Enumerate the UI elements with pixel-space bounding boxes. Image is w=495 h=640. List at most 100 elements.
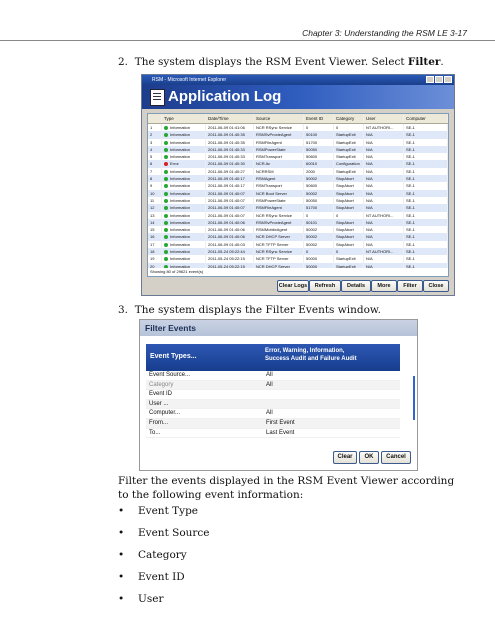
table-row[interactable]: 19 Information 2011-05-24 05:22:15 NCR TFTP… [148, 255, 448, 263]
table-cell: 0 [334, 211, 364, 219]
cell-text: 2011-06-09 01:40:03 [208, 241, 245, 247]
table-row[interactable]: 2 Information 2011-06-09 01:40:35 RSMSvProx… [148, 131, 448, 139]
table-row[interactable]: 12 Information 2011-06-09 01:40:07 RSMFileA… [148, 204, 448, 212]
filter-row-event-id[interactable]: Event ID [146, 390, 400, 400]
table-row[interactable]: 16 Information 2011-06-09 01:40:06 NCR DHCP… [148, 233, 448, 241]
table-row[interactable]: 3 Information 2011-06-09 01:40:35 RSMFileAg… [148, 138, 448, 146]
column-header-type[interactable]: Type [162, 114, 206, 123]
table-cell: 19 [148, 255, 162, 263]
table-row[interactable]: 1 Information 2011-06-09 01:41:06 NCR RSync… [148, 124, 448, 132]
table-cell: Information [162, 233, 206, 241]
filter-key[interactable]: User ... [149, 400, 168, 409]
table-cell: StartupExit [334, 255, 364, 263]
column-header-datetime[interactable]: Date/Time [206, 114, 254, 123]
table-cell: Information [162, 211, 206, 219]
column-header-event-id[interactable]: Event ID [304, 114, 334, 123]
table-cell: RSMMobileAgent [254, 226, 304, 234]
table-row[interactable]: 8 Information 2011-06-09 01:40:17 RSMAgent 5… [148, 175, 448, 183]
table-cell: Information [162, 138, 206, 146]
filter-key[interactable]: Category [149, 381, 173, 390]
table-row[interactable]: 10 Information 2011-06-09 01:40:07 NCR Boot… [148, 189, 448, 197]
maximize-icon[interactable] [435, 76, 443, 83]
close-button[interactable]: Close [423, 280, 449, 292]
table-row[interactable]: 15 Information 2011-06-09 01:40:06 RSMMobil… [148, 226, 448, 234]
clear-button[interactable]: Clear [333, 451, 357, 464]
filter-key[interactable]: Event Source... [149, 371, 190, 380]
minimize-icon[interactable] [426, 76, 434, 83]
filter-key[interactable]: Computer... [149, 409, 180, 418]
table-row[interactable]: 11 Information 2011-06-09 01:40:07 RSMPower… [148, 196, 448, 205]
table-row[interactable]: 13 Information 2011-06-09 01:40:07 NCR RSyn… [148, 211, 448, 219]
cell-text: 10 [150, 190, 155, 196]
table-row[interactable]: 9 Information 2011-06-09 01:40:17 RSMTransp… [148, 182, 448, 190]
filter-row-computer[interactable]: Computer... All [146, 409, 400, 419]
cell-text: RSMTransport [256, 154, 282, 160]
event-types-row[interactable]: Event Types... Error, Warning, Informati… [146, 344, 400, 371]
cell-text: 6 [150, 161, 153, 167]
bullet-icon: • [118, 527, 125, 539]
table-cell: 2011-06-09 01:40:33 [206, 145, 254, 154]
filter-key[interactable]: Event ID [149, 390, 172, 399]
cell-text: Information [170, 176, 191, 182]
column-header-category[interactable]: Category [334, 114, 364, 123]
cell-text: SE-1 [406, 249, 415, 255]
filter-value: All [266, 372, 273, 378]
chapter-header: Chapter 3: Understanding the RSM LE 3-17 [302, 28, 467, 38]
table-row[interactable]: 18 Information 2011-05-24 05:22:44 NCR RSyn… [148, 248, 448, 256]
filter-key[interactable]: From... [149, 419, 168, 428]
cell-text: 2011-06-09 01:40:07 [208, 205, 245, 211]
details-button[interactable]: Details [341, 280, 371, 292]
column-header[interactable] [148, 114, 162, 123]
filter-row-category[interactable]: Category All [146, 380, 400, 391]
cell-text: 0 [336, 212, 339, 218]
table-cell: 0 [334, 248, 364, 256]
cell-text: StartupExit [336, 168, 356, 174]
table-cell: N/A [364, 240, 404, 249]
header-rule [0, 40, 495, 41]
table-cell: 0 [304, 211, 334, 219]
filter-row-to[interactable]: To... Last Event [146, 429, 400, 439]
table-row[interactable]: 6 Error 2011-06-09 01:40:30 NCR-ltc 60010 Con… [148, 160, 448, 168]
table-cell: StartupExit [334, 153, 364, 161]
filter-table: Event Types... Error, Warning, Informati… [146, 344, 400, 439]
cell-text: RSMAgent [256, 176, 276, 182]
close-icon[interactable] [444, 76, 452, 83]
table-cell: StopAbort [334, 204, 364, 212]
event-types-label[interactable]: Event Types... [150, 353, 197, 360]
filter-row-user[interactable]: User ... [146, 399, 400, 410]
table-row[interactable]: 5 Information 2011-06-09 01:40:33 RSMTransp… [148, 153, 448, 161]
table-cell: RSMAgent [254, 175, 304, 183]
table-cell: 2011-06-09 01:40:17 [206, 182, 254, 190]
table-cell: 2011-06-09 01:40:06 [206, 226, 254, 234]
table-cell: NCR RSync Service [254, 248, 304, 256]
column-header-user[interactable]: User [364, 114, 404, 123]
filter-key[interactable]: To... [149, 429, 160, 438]
column-header-source[interactable]: Source [254, 114, 304, 123]
cancel-button[interactable]: Cancel [381, 451, 411, 464]
table-row[interactable]: 4 Information 2011-06-09 01:40:33 RSMPowerS… [148, 145, 448, 154]
table-cell: Information [162, 175, 206, 183]
more-button[interactable]: More [371, 280, 397, 292]
filter-row-from[interactable]: From... First Event [146, 418, 400, 429]
cell-text: SE-1 [406, 241, 415, 247]
table-row[interactable]: 7 Information 2011-06-09 01:40:27 NCRRSM 200… [148, 167, 448, 176]
table-row[interactable]: 17 Information 2011-06-09 01:40:03 NCR TFTP… [148, 240, 448, 249]
clear-logs-button[interactable]: Clear Logs [277, 280, 309, 292]
cell-text: Information [170, 234, 191, 240]
filter-row-event-source[interactable]: Event Source... All [146, 371, 400, 381]
cell-text: Information [170, 205, 191, 211]
table-cell: NT AUTHORI... [364, 124, 404, 132]
column-header-computer[interactable]: Computer [404, 114, 448, 123]
cell-text: 2011-06-09 01:40:30 [208, 161, 245, 167]
information-icon [164, 257, 168, 262]
cell-text: 50101 [306, 219, 318, 225]
table-cell: RSMTransport [254, 153, 304, 161]
filter-button[interactable]: Filter [397, 280, 423, 292]
ok-button[interactable]: OK [359, 451, 379, 464]
refresh-button[interactable]: Refresh [309, 280, 341, 292]
table-cell: 51700 [304, 138, 334, 146]
table-row[interactable]: 14 Information 2011-06-09 01:40:06 RSMSvPro… [148, 218, 448, 227]
table-cell: 50100 [304, 131, 334, 139]
cell-text: NCR TFTP Server [256, 256, 289, 262]
table-cell: SE-1 [404, 167, 448, 176]
